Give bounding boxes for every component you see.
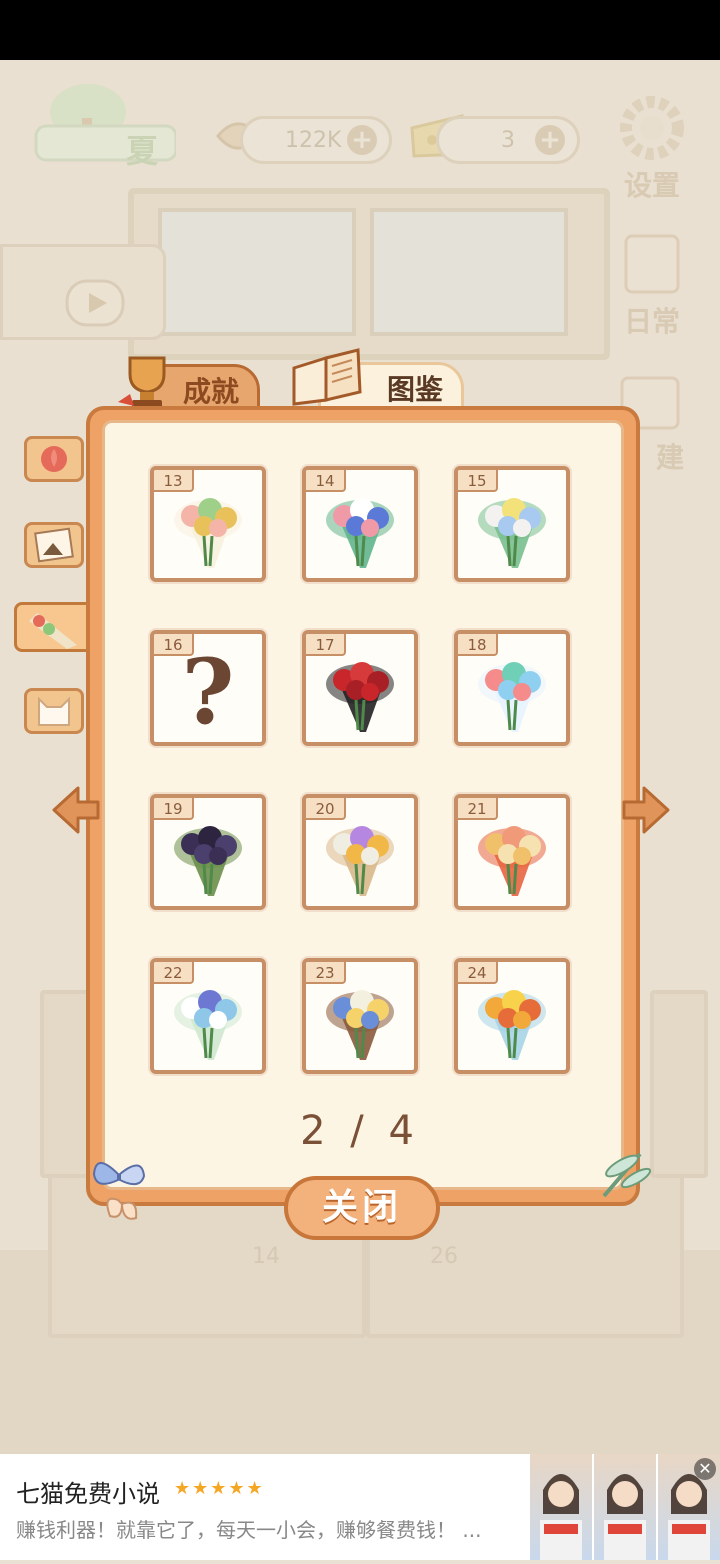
bouquet-card[interactable]: 21 [454,794,570,910]
ad-description[interactable]: 赚钱利器！就靠它了，每天一小会，赚够餐费钱！ ... [16,1514,481,1543]
bouquet-illustration [174,498,242,568]
bouquet-card[interactable]: 24 [454,958,570,1074]
butterfly-icon [88,1150,150,1232]
bouquet-card[interactable]: 22 [150,958,266,1074]
status-bar [0,0,720,60]
bouquet-card[interactable]: 17 [302,630,418,746]
bouquet-card[interactable]: 15 [454,466,570,582]
bouquet-card[interactable]: 16? [150,630,266,746]
category-tab-cat[interactable] [24,688,84,734]
bouquet-illustration [174,990,242,1060]
trophy-icon [112,350,182,412]
photo-icon [34,527,74,563]
dragonfly-icon [594,1142,656,1204]
bouquet-illustration [478,662,546,732]
bouquet-card[interactable]: 13 [150,466,266,582]
previous-page-button[interactable] [48,782,104,838]
ad-title[interactable]: 七猫免费小说 [16,1474,160,1509]
arrow-left-icon [52,786,100,834]
category-tab-flower[interactable] [24,436,84,482]
cat-icon [38,696,70,726]
category-tab-photo[interactable] [24,522,84,568]
bouquet-card[interactable]: 14 [302,466,418,582]
close-button[interactable]: 关闭 [284,1176,440,1240]
bouquet-illustration [174,826,242,896]
bouquet-illustration [478,826,546,896]
tab-collection-label: 图鉴 [386,373,443,406]
bouquet-illustration [478,498,546,568]
bouquet-card[interactable]: 18 [454,630,570,746]
page-indicator: 2 / 4 [300,1108,420,1154]
ad-image[interactable] [530,1454,720,1560]
bouquet-illustration [478,990,546,1060]
ad-close-button[interactable]: ✕ [694,1458,716,1480]
bouquet-illustration [326,826,394,896]
rose-icon [41,446,67,472]
bouquet-illustration [326,498,394,568]
bouquet-card[interactable]: 20 [302,794,418,910]
open-book-icon [288,346,366,408]
bouquet-illustration [326,990,394,1060]
bouquet-illustration [326,662,394,732]
bouquet-card[interactable]: 19 [150,794,266,910]
tab-achievements-label: 成就 [182,375,239,408]
bouquet-card[interactable]: 23 [302,958,418,1074]
unknown-bouquet-question-mark: ? [181,639,235,745]
arrow-right-icon [622,786,670,834]
next-page-button[interactable] [618,782,674,838]
ad-rating-stars: ★★★★★ [174,1478,265,1499]
